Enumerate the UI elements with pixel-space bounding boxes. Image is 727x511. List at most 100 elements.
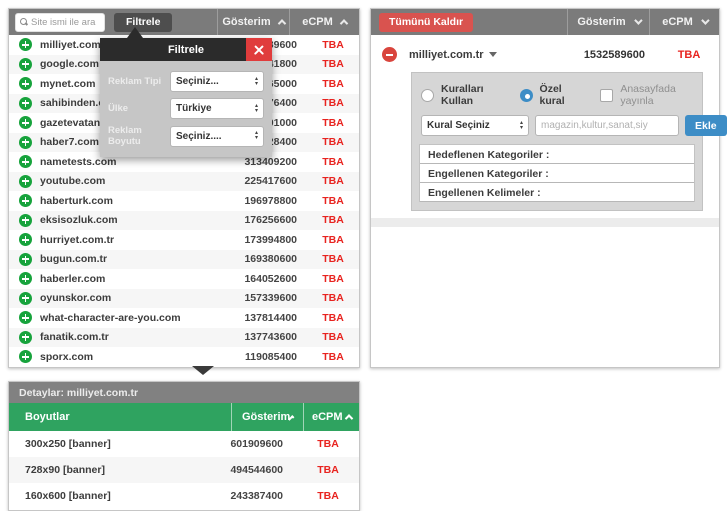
site-name: sporx.com [40, 351, 93, 363]
ecpm-value: TBA [307, 253, 359, 265]
chevron-up-icon [344, 414, 352, 422]
row-divider [371, 218, 719, 227]
site-row[interactable]: hurriyet.com.tr 173994800 TBA [9, 230, 359, 250]
select-stepper-icon: ▴▾ [520, 121, 523, 131]
ecpm-value: TBA [307, 39, 359, 51]
keywords-input[interactable] [535, 115, 679, 136]
filter-field-value: Seçiniz.... [176, 131, 255, 142]
impressions-value: 164052600 [105, 273, 307, 285]
impressions-value: 313409200 [116, 156, 307, 168]
column-ecpm-label: eCPM [312, 411, 343, 423]
chevron-down-icon [634, 16, 642, 24]
use-rules-radio[interactable] [421, 89, 434, 102]
category-rows: Hedeflenen Kategoriler : Engellenen Kate… [419, 144, 695, 202]
site-row[interactable]: eksisozluk.com 176256600 TBA [9, 211, 359, 231]
selected-sites-toolbar: Tümünü Kaldır Gösterim eCPM [371, 9, 719, 35]
add-site-icon[interactable] [19, 116, 32, 129]
ecpm-value: TBA [307, 234, 359, 246]
site-name: what-character-are-you.com [40, 312, 181, 324]
sort-ecpm[interactable]: eCPM [289, 9, 359, 35]
sort-impressions[interactable]: Gösterim [217, 9, 289, 35]
add-site-icon[interactable] [19, 38, 32, 51]
add-site-icon[interactable] [19, 233, 32, 246]
site-name: milliyet.com.tr [409, 49, 484, 61]
ecpm-value: TBA [307, 331, 359, 343]
details-title: Detaylar: milliyet.com.tr [9, 382, 359, 403]
impressions-value: 169380600 [107, 253, 307, 265]
ecpm-value: TBA [307, 175, 359, 187]
column-impressions-sort[interactable]: Gösterim [231, 403, 303, 431]
category-label-row: Hedeflenen Kategoriler : [420, 145, 694, 164]
site-row[interactable]: haberturk.com 196978800 TBA [9, 191, 359, 211]
filter-field-select[interactable]: Seçiniz.... ▴▾ [170, 126, 264, 147]
site-name: haber7.com [40, 136, 99, 148]
add-site-icon[interactable] [19, 155, 32, 168]
rules-panel: Kuralları Kullan Özel kural Anasayfada y… [411, 72, 703, 211]
size-row[interactable]: 300x250 [banner] 601909600 TBA [9, 431, 359, 457]
ecpm-value: TBA [307, 58, 359, 70]
rule-select[interactable]: Kural Seçiniz ▴▾ [421, 115, 529, 136]
size-row[interactable]: 728x90 [banner] 494544600 TBA [9, 457, 359, 483]
size-row[interactable]: 160x600 [banner] 243387400 TBA [9, 483, 359, 509]
impressions-value: 601909600 [111, 438, 297, 450]
filter-field-value: Seçiniz... [176, 76, 255, 87]
add-site-icon[interactable] [19, 292, 32, 305]
select-stepper-icon: ▴▾ [255, 104, 258, 114]
site-search[interactable] [15, 13, 105, 32]
size-name: 300x250 [banner] [9, 438, 111, 450]
caret-down-icon [489, 52, 497, 57]
add-site-icon[interactable] [19, 214, 32, 227]
add-site-icon[interactable] [19, 58, 32, 71]
sort-ecpm-label: eCPM [302, 16, 333, 28]
filter-field-row: Ülke Türkiye ▴▾ [108, 98, 264, 119]
ecpm-value: TBA [307, 136, 359, 148]
impressions-value: 137814400 [181, 312, 307, 324]
add-site-icon[interactable] [19, 331, 32, 344]
add-rule-button[interactable]: Ekle [685, 115, 727, 136]
selected-site-name[interactable]: milliyet.com.tr [409, 49, 497, 61]
add-site-icon[interactable] [19, 350, 32, 363]
add-site-icon[interactable] [19, 194, 32, 207]
size-name: 728x90 [banner] [9, 464, 105, 476]
site-list-toolbar: Filtrele Gösterim eCPM [9, 9, 359, 35]
select-stepper-icon: ▴▾ [255, 131, 258, 141]
ecpm-value: TBA [307, 78, 359, 90]
filter-button[interactable]: Filtrele [114, 13, 172, 32]
column-ecpm-sort[interactable]: eCPM [303, 403, 359, 431]
remove-all-button[interactable]: Tümünü Kaldır [379, 13, 473, 32]
close-icon[interactable] [246, 38, 272, 61]
custom-rule-radio[interactable] [520, 89, 533, 102]
filter-field-select[interactable]: Türkiye ▴▾ [170, 98, 264, 119]
impressions-value: 173994800 [114, 234, 307, 246]
add-site-icon[interactable] [19, 77, 32, 90]
add-site-icon[interactable] [19, 97, 32, 110]
site-row[interactable]: fanatik.com.tr 137743600 TBA [9, 328, 359, 348]
site-row[interactable]: haberler.com 164052600 TBA [9, 269, 359, 289]
homepage-checkbox[interactable] [600, 89, 613, 102]
add-site-icon[interactable] [19, 136, 32, 149]
site-name: nametests.com [40, 156, 116, 168]
impressions-value: 157339600 [111, 292, 307, 304]
site-row[interactable]: bugun.com.tr 169380600 TBA [9, 250, 359, 270]
filter-field-select[interactable]: Seçiniz... ▴▾ [170, 71, 264, 92]
sort-ecpm[interactable]: eCPM [649, 9, 719, 35]
site-row[interactable]: youtube.com 225417600 TBA [9, 172, 359, 192]
add-site-icon[interactable] [19, 272, 32, 285]
selected-sites-panel: Tümünü Kaldır Gösterim eCPM milliyet.com… [370, 8, 720, 368]
homepage-label: Anasayfada yayınla [620, 83, 693, 107]
category-label-row: Engellenen Kategoriler : [420, 164, 694, 183]
add-site-icon[interactable] [19, 175, 32, 188]
site-name: google.com [40, 58, 99, 70]
search-input[interactable] [31, 17, 100, 28]
site-row[interactable]: oyunskor.com 157339600 TBA [9, 289, 359, 309]
rule-mode-row: Kuralları Kullan Özel kural Anasayfada y… [419, 80, 695, 115]
details-rows: 300x250 [banner] 601909600 TBA 728x90 [b… [9, 431, 359, 509]
sort-impressions[interactable]: Gösterim [567, 9, 649, 35]
add-site-icon[interactable] [19, 253, 32, 266]
ecpm-value: TBA [297, 490, 359, 502]
add-site-icon[interactable] [19, 311, 32, 324]
site-name: haberler.com [40, 273, 105, 285]
site-row[interactable]: sporx.com 119085400 TBA [9, 347, 359, 367]
site-row[interactable]: what-character-are-you.com 137814400 TBA [9, 308, 359, 328]
remove-site-icon[interactable] [382, 47, 397, 62]
